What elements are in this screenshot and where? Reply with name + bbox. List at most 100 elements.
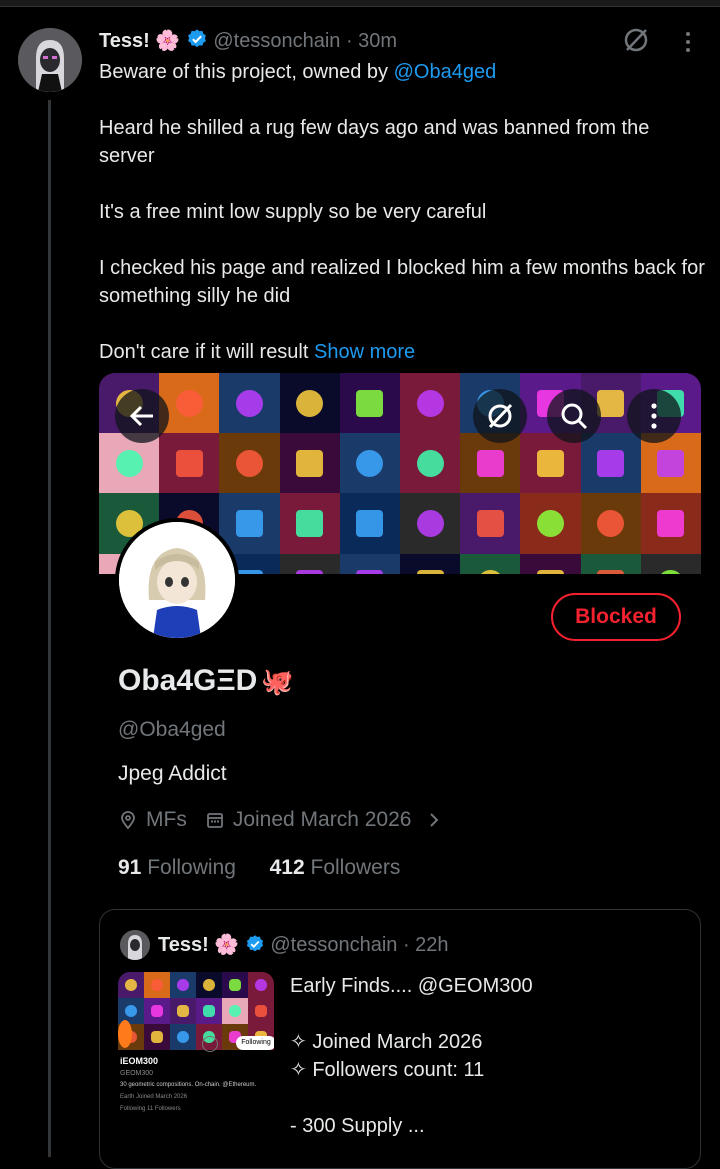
grok-icon[interactable]	[622, 26, 650, 59]
mosaic-shape	[177, 1031, 189, 1043]
mosaic-tile	[640, 553, 701, 574]
mosaic-shape	[476, 509, 504, 538]
quote-line	[290, 1084, 690, 1112]
mosaic-shape	[657, 570, 685, 574]
mosaic-shape	[356, 389, 384, 417]
mosaic-tile	[580, 553, 641, 574]
mosaic-shape	[356, 570, 384, 574]
mosaic-tile	[219, 373, 280, 434]
profile-meta: MFs Joined March 2026	[118, 808, 443, 832]
mosaic-shape	[125, 1005, 137, 1017]
tweet-line	[99, 226, 709, 254]
octopus-emoji: 🐙	[261, 665, 294, 696]
mosaic-shape	[151, 1031, 163, 1043]
mosaic-shape	[356, 509, 384, 538]
quote-media-thumbnail[interactable]: Following iEOM300 GEOM300 30 geometric c…	[118, 972, 274, 1132]
mosaic-shape	[235, 449, 264, 477]
back-arrow-icon[interactable]	[115, 389, 169, 443]
mosaic-tile	[520, 493, 581, 554]
tweet-line: Don't care if it will result Show more	[99, 341, 416, 363]
mosaic-tile	[339, 553, 400, 574]
mosaic-shape	[536, 570, 565, 574]
mosaic-shape	[296, 509, 324, 538]
profile-avatar[interactable]	[115, 518, 239, 642]
mosaic-tile	[222, 972, 248, 998]
blocked-button[interactable]: Blocked	[551, 593, 681, 641]
tweet-line	[99, 310, 709, 338]
mosaic-tile	[118, 972, 144, 998]
mosaic-tile	[279, 493, 340, 554]
mosaic-tile	[460, 553, 521, 574]
quote-line: Early Finds.... @GEOM300	[290, 975, 533, 997]
mosaic-tile	[460, 493, 521, 554]
profile-stats: 91 Following 412 Followers	[118, 856, 400, 880]
mosaic-tile	[520, 553, 581, 574]
show-more-link[interactable]: Show more	[314, 341, 415, 363]
author-name[interactable]: Tess!	[99, 30, 150, 52]
mosaic-shape	[536, 509, 565, 538]
top-divider	[0, 0, 720, 7]
mosaic-shape	[296, 389, 324, 417]
thumbnail-message-icon	[202, 1036, 218, 1052]
mosaic-tile	[339, 433, 400, 494]
profile-name: Oba4GΞD 🐙	[118, 664, 294, 698]
mosaic-tile	[339, 493, 400, 554]
following-stat[interactable]: 91 Following	[118, 856, 236, 879]
mosaic-shape	[416, 570, 444, 574]
tweet-line	[99, 86, 709, 114]
mosaic-shape	[597, 389, 625, 417]
mosaic-shape	[235, 509, 264, 538]
mosaic-shape	[356, 449, 384, 477]
quote-tweet[interactable]: Tess! 🌸 @tessonchain · 22h Following iEO…	[99, 909, 701, 1169]
mosaic-tile	[170, 972, 196, 998]
mosaic-tile	[144, 1024, 170, 1050]
mosaic-shape	[235, 389, 264, 417]
quote-author-emoji: 🌸	[214, 934, 240, 956]
search-icon[interactable]	[547, 389, 601, 443]
mosaic-shape	[597, 449, 625, 477]
mosaic-shape	[597, 509, 625, 538]
quote-author-handle: @tessonchain	[270, 934, 398, 956]
mosaic-shape	[151, 979, 163, 991]
thumbnail-following-button: Following	[236, 1036, 274, 1050]
thumbnail-name: iEOM300	[120, 1056, 159, 1066]
mosaic-shape	[416, 509, 444, 538]
grok-icon[interactable]	[473, 389, 527, 443]
mention-link[interactable]: @Oba4ged	[394, 61, 497, 83]
profile-display-name: Oba4GΞD	[118, 664, 258, 697]
mosaic-shape	[536, 449, 565, 477]
mosaic-tile	[196, 998, 222, 1024]
mosaic-tile	[170, 998, 196, 1024]
author-avatar[interactable]	[18, 28, 82, 92]
more-icon[interactable]	[680, 30, 696, 59]
quote-author-name: Tess!	[158, 934, 209, 956]
mosaic-tile	[580, 433, 641, 494]
quote-line	[290, 1000, 690, 1028]
tweet-line: I checked his page and realized I blocke…	[99, 257, 705, 307]
thumbnail-handle: GEOM300	[120, 1070, 154, 1077]
tweet-line: Beware of this project, owned by @Oba4ge…	[99, 61, 497, 83]
mosaic-shape	[657, 449, 685, 477]
more-icon[interactable]	[627, 389, 681, 443]
mosaic-tile	[170, 1024, 196, 1050]
mosaic-shape	[476, 449, 504, 477]
mosaic-tile	[400, 433, 461, 494]
mosaic-shape	[255, 1005, 267, 1017]
author-handle[interactable]: @tessonchain	[213, 30, 340, 52]
mosaic-shape	[115, 449, 143, 477]
mosaic-tile	[159, 433, 220, 494]
mosaic-tile	[248, 972, 274, 998]
mosaic-shape	[657, 509, 685, 538]
followers-stat[interactable]: 412 Followers	[270, 856, 401, 879]
quote-line: ✧ Followers count: 11	[290, 1059, 485, 1081]
tweet-time[interactable]: · 30m	[346, 30, 397, 52]
tweet-header: Tess! 🌸 @tessonchain · 30m	[99, 28, 397, 54]
mosaic-tile	[144, 972, 170, 998]
author-emoji: 🌸	[155, 30, 181, 52]
mosaic-tile	[159, 373, 220, 434]
mosaic-shape	[175, 449, 203, 477]
mosaic-tile	[219, 433, 280, 494]
chevron-right-icon[interactable]	[425, 811, 443, 829]
mosaic-tile	[196, 972, 222, 998]
quote-line: ✧ Joined March 2026	[290, 1031, 483, 1053]
